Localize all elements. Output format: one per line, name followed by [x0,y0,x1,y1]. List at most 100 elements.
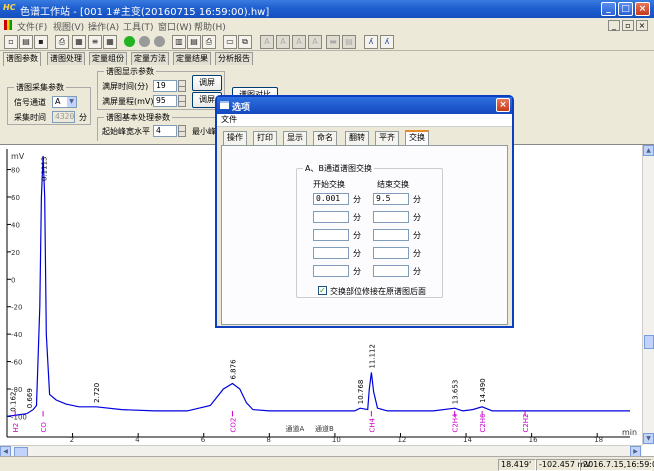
x-tick-label: 16 [529,436,538,444]
unit-label: 分 [353,249,361,258]
person-icon[interactable]: ʎ [364,35,378,49]
unit-label: 分 [413,213,421,222]
baseline-input[interactable]: 4 [153,125,177,137]
dialog-close-button[interactable]: × [496,98,510,112]
tab-analysis-report[interactable]: 分析报告 [215,52,253,65]
calc-icon[interactable]: ▥ [172,35,186,49]
channel-select[interactable]: A [52,96,77,108]
menu-window[interactable]: 窗口(W) [158,20,192,33]
component-label: C2H6 [479,413,487,433]
swap-start-input-5[interactable] [313,265,349,277]
tab-spectrum-processing[interactable]: 谱图处理 [47,52,85,65]
tab-quant-result[interactable]: 定量结果 [173,52,211,65]
chart-icon[interactable]: ▦ [72,35,86,49]
swap-start-input-2[interactable] [313,211,349,223]
component-label: CH4 [368,417,376,432]
menu-file[interactable]: 文件(F) [17,20,47,33]
channel-label: 通道A [286,424,305,433]
y-tick-label: 0 [11,276,15,284]
swap-end-input-2[interactable] [373,211,409,223]
scroll-down-icon[interactable]: ▼ [643,433,654,444]
tab-flip[interactable]: 翻转 [345,131,369,145]
tab-quant-components[interactable]: 定量组份 [89,52,127,65]
y-tick-label: -20 [11,304,22,312]
swap-start-input-1[interactable]: 0.001 [313,193,349,205]
screen-range-input[interactable]: 95 [153,95,177,107]
baseline-spinner[interactable] [178,125,186,137]
tab-display[interactable]: 显示 [283,131,307,145]
swap-end-input-1[interactable]: 9.5 [373,193,409,205]
vertical-scroll-thumb[interactable] [644,335,654,349]
tab-level[interactable]: 平齐 [375,131,399,145]
status-datetime: 2016.7.15,16:59:00 [580,459,654,471]
time-input[interactable]: 4320 [52,111,75,123]
x-tick-label: 2 [70,436,74,444]
minimize-button[interactable]: _ [601,2,616,16]
tab-swap[interactable]: 交换 [405,130,429,146]
menu-operate[interactable]: 操作(A) [88,20,119,33]
swap-end-input-5[interactable] [373,265,409,277]
menu-view[interactable]: 视图(V) [53,20,84,33]
stop-icon[interactable] [152,35,166,49]
y-tick-label: -40 [11,331,22,339]
close-button[interactable]: × [635,2,650,16]
min-peak-label: 最小峰 [192,127,216,136]
tab-operate[interactable]: 操作 [223,131,247,145]
report-icon[interactable]: ▤ [187,35,201,49]
x-tick-label: 10 [332,436,341,444]
dim-d-icon: A [308,35,322,49]
save-icon[interactable]: ▪ [34,35,48,49]
tab-spectrum-params[interactable]: 谱图参数 [3,52,41,66]
swap-end-input-4[interactable] [373,247,409,259]
mdi-restore-button[interactable]: ▫ [622,20,634,31]
person2-icon[interactable]: ʎ [380,35,394,49]
dialog-menu-file[interactable]: 文件 [217,114,512,127]
maximize-button[interactable]: □ [618,2,633,16]
unit-label: 分 [353,195,361,204]
dim-a-icon: A [260,35,274,49]
grid-icon[interactable]: ▦ [103,35,117,49]
flag-icon [4,20,12,30]
x-tick-label: 18 [594,436,603,444]
end-column-label: 结束交换 [377,180,409,189]
run-icon[interactable] [122,35,136,49]
new-icon[interactable]: ▫ [4,35,18,49]
tab-quant-method[interactable]: 定量方法 [131,52,169,65]
pause-icon[interactable] [137,35,151,49]
channel-label: 通道B [315,424,334,433]
screen-time-spinner[interactable] [178,80,186,92]
peak-label: 0.669 [26,388,34,408]
export-icon[interactable]: ⎙ [55,35,69,49]
peak-label: 14.490 [479,378,487,403]
vertical-scrollbar[interactable]: ▲ ▼ [642,145,654,445]
scale-icon[interactable]: ≡ [88,35,102,49]
channel-label: 信号通道 [14,98,46,107]
print-icon[interactable]: ⎙ [202,35,216,49]
open-icon[interactable]: ▤ [19,35,33,49]
scroll-up-icon[interactable]: ▲ [643,145,654,156]
tab-print[interactable]: 打印 [253,131,277,145]
append-swap-label: 交换部位修接在原谱图后面 [330,287,426,296]
append-swap-checkbox[interactable]: ✓ [318,286,327,295]
screen-time-input[interactable]: 19 [153,80,177,92]
dialog-title: 选项 [232,103,251,113]
swap-start-input-4[interactable] [313,247,349,259]
window-icon[interactable]: ▭ [223,35,237,49]
swap-start-input-3[interactable] [313,229,349,241]
screen-range-spinner[interactable] [178,95,186,107]
screen-time-label: 满屏时间(分) [102,82,149,91]
component-label: CO [40,422,48,433]
copy-icon[interactable]: ⧉ [238,35,252,49]
component-label: C2H2 [522,413,530,432]
time-label: 采集时间 [14,113,46,122]
mdi-close-button[interactable]: × [636,20,648,31]
menu-help[interactable]: 帮助(H) [194,20,226,33]
mdi-minimize-button[interactable]: _ [608,20,620,31]
title-bar: HC 色谱工作站 - [001 1#主变(20160715 16:59:00).… [0,0,654,18]
screen-range-label: 满屏量程(mV) [102,97,154,106]
tab-naming[interactable]: 命名 [313,131,337,145]
menu-tools[interactable]: 工具(T) [123,20,154,33]
dim-f-icon: ▤ [342,35,356,49]
swap-end-input-3[interactable] [373,229,409,241]
adjust-screen-button[interactable]: 调屏 [192,75,222,91]
